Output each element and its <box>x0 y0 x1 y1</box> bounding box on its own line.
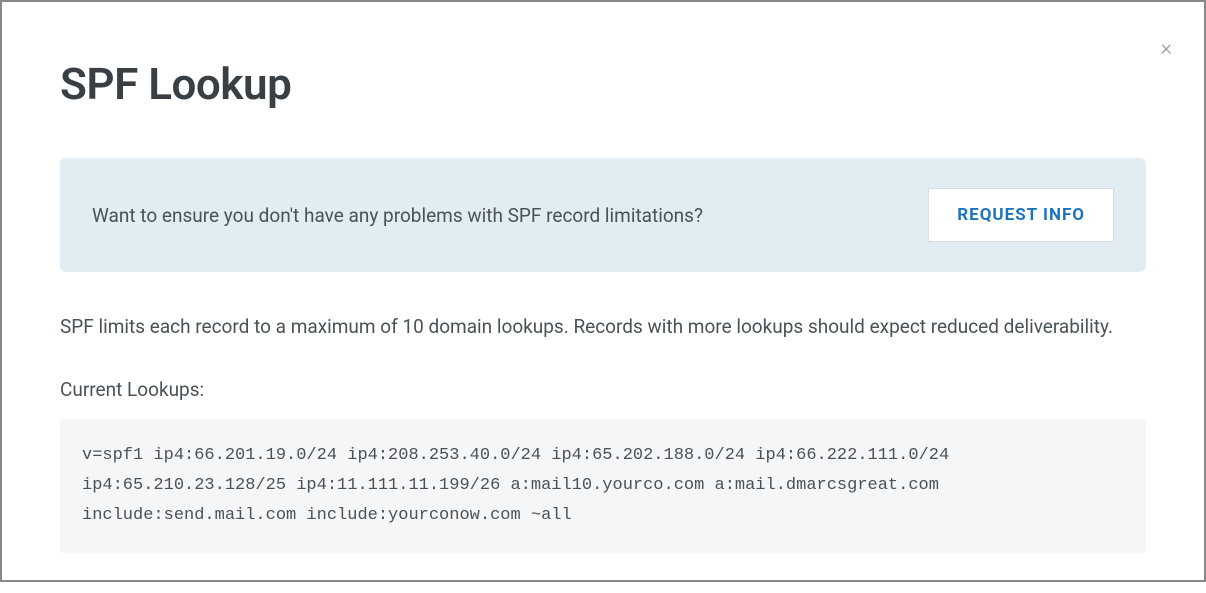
spf-record-code: v=spf1 ip4:66.201.19.0/24 ip4:208.253.40… <box>60 419 1146 552</box>
spf-lookup-modal: × SPF Lookup Want to ensure you don't ha… <box>2 2 1204 593</box>
info-banner: Want to ensure you don't have any proble… <box>60 158 1146 272</box>
current-lookups-label: Current Lookups: <box>60 378 1146 401</box>
page-title: SPF Lookup <box>60 58 1146 110</box>
close-icon[interactable]: × <box>1160 38 1172 60</box>
request-info-button[interactable]: REQUEST INFO <box>928 188 1114 242</box>
spf-description: SPF limits each record to a maximum of 1… <box>60 312 1146 342</box>
info-banner-text: Want to ensure you don't have any proble… <box>92 204 703 227</box>
